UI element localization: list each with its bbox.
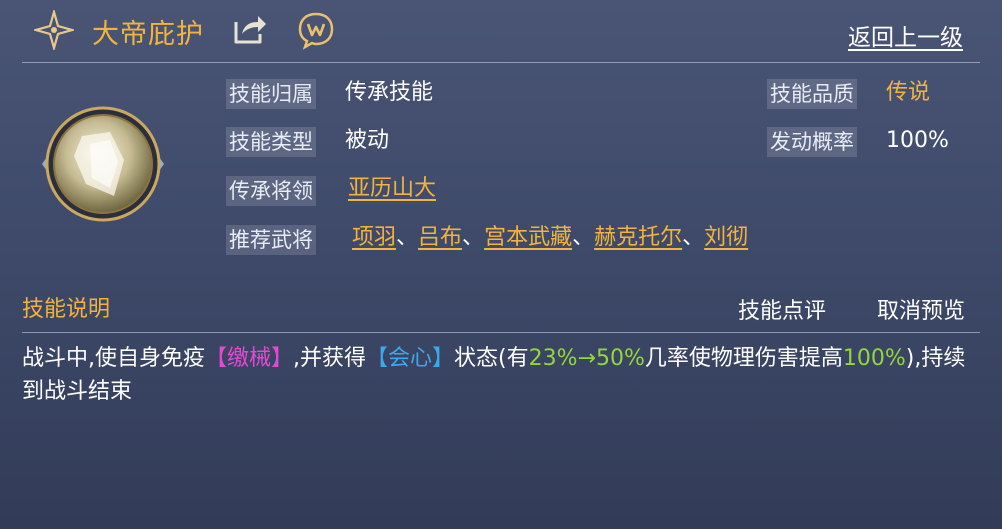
back-button[interactable]: 返回上一级 — [848, 18, 963, 52]
header-divider — [22, 62, 980, 63]
recommend-label: 推荐武将 — [226, 225, 316, 255]
cancel-preview-button[interactable]: 取消预览 — [877, 293, 965, 325]
recommended-general-link[interactable]: 吕布 — [418, 225, 462, 250]
star-compass-icon — [31, 7, 77, 53]
skill-title: 大帝庇护 — [92, 19, 204, 50]
share-icon[interactable] — [232, 12, 268, 46]
skill-review-button[interactable]: 技能点评 — [738, 293, 826, 325]
desc-text: ,并获得 — [293, 346, 367, 371]
recommended-general-link[interactable]: 刘彻 — [704, 225, 748, 250]
chance-value: 23%→50% — [528, 346, 645, 371]
separator: 、 — [462, 225, 485, 250]
damage-bonus-value: 100% — [842, 346, 906, 371]
critical-tag: 【会心】 — [366, 346, 455, 371]
recommended-general-link[interactable]: 宫本武藏 — [484, 225, 572, 250]
disarm-tag: 【缴械】 — [205, 346, 294, 371]
chat-icon[interactable] — [296, 10, 336, 50]
heritage-general-name[interactable]: 亚历山大 — [348, 176, 436, 201]
separator: 、 — [682, 225, 705, 250]
quality-value: 传说 — [886, 80, 931, 105]
skill-description: 战斗中,使自身免疫【缴械】,并获得【会心】状态(有23%→50%几率使物理伤害提… — [22, 342, 984, 408]
quality-label: 技能品质 — [767, 79, 857, 109]
desc-text: 几率使物理伤害提高 — [644, 346, 843, 371]
skill-owner-label: 技能归属 — [226, 79, 316, 109]
skill-emblem-icon — [40, 104, 166, 224]
recommended-general-link[interactable]: 赫克托尔 — [594, 225, 682, 250]
trigger-rate-value: 100% — [886, 128, 949, 153]
description-title: 技能说明 — [22, 297, 111, 322]
desc-text: 战斗中,使自身免疫 — [22, 346, 205, 371]
separator: 、 — [572, 225, 595, 250]
recommended-generals: 项羽、吕布、宫本武藏、赫克托尔、刘彻 — [352, 223, 748, 253]
skill-type-value: 被动 — [345, 128, 390, 153]
skill-type-label: 技能类型 — [226, 127, 316, 157]
recommended-general-link[interactable]: 项羽 — [352, 225, 396, 250]
desc-text: 状态(有 — [454, 346, 529, 371]
skill-owner-value: 传承技能 — [345, 80, 434, 105]
trigger-rate-label: 发动概率 — [767, 127, 857, 157]
separator: 、 — [396, 225, 419, 250]
heritage-general-link[interactable]: 亚历山大 — [348, 174, 436, 204]
description-divider — [22, 332, 980, 333]
heritage-general-label: 传承将领 — [226, 176, 316, 206]
